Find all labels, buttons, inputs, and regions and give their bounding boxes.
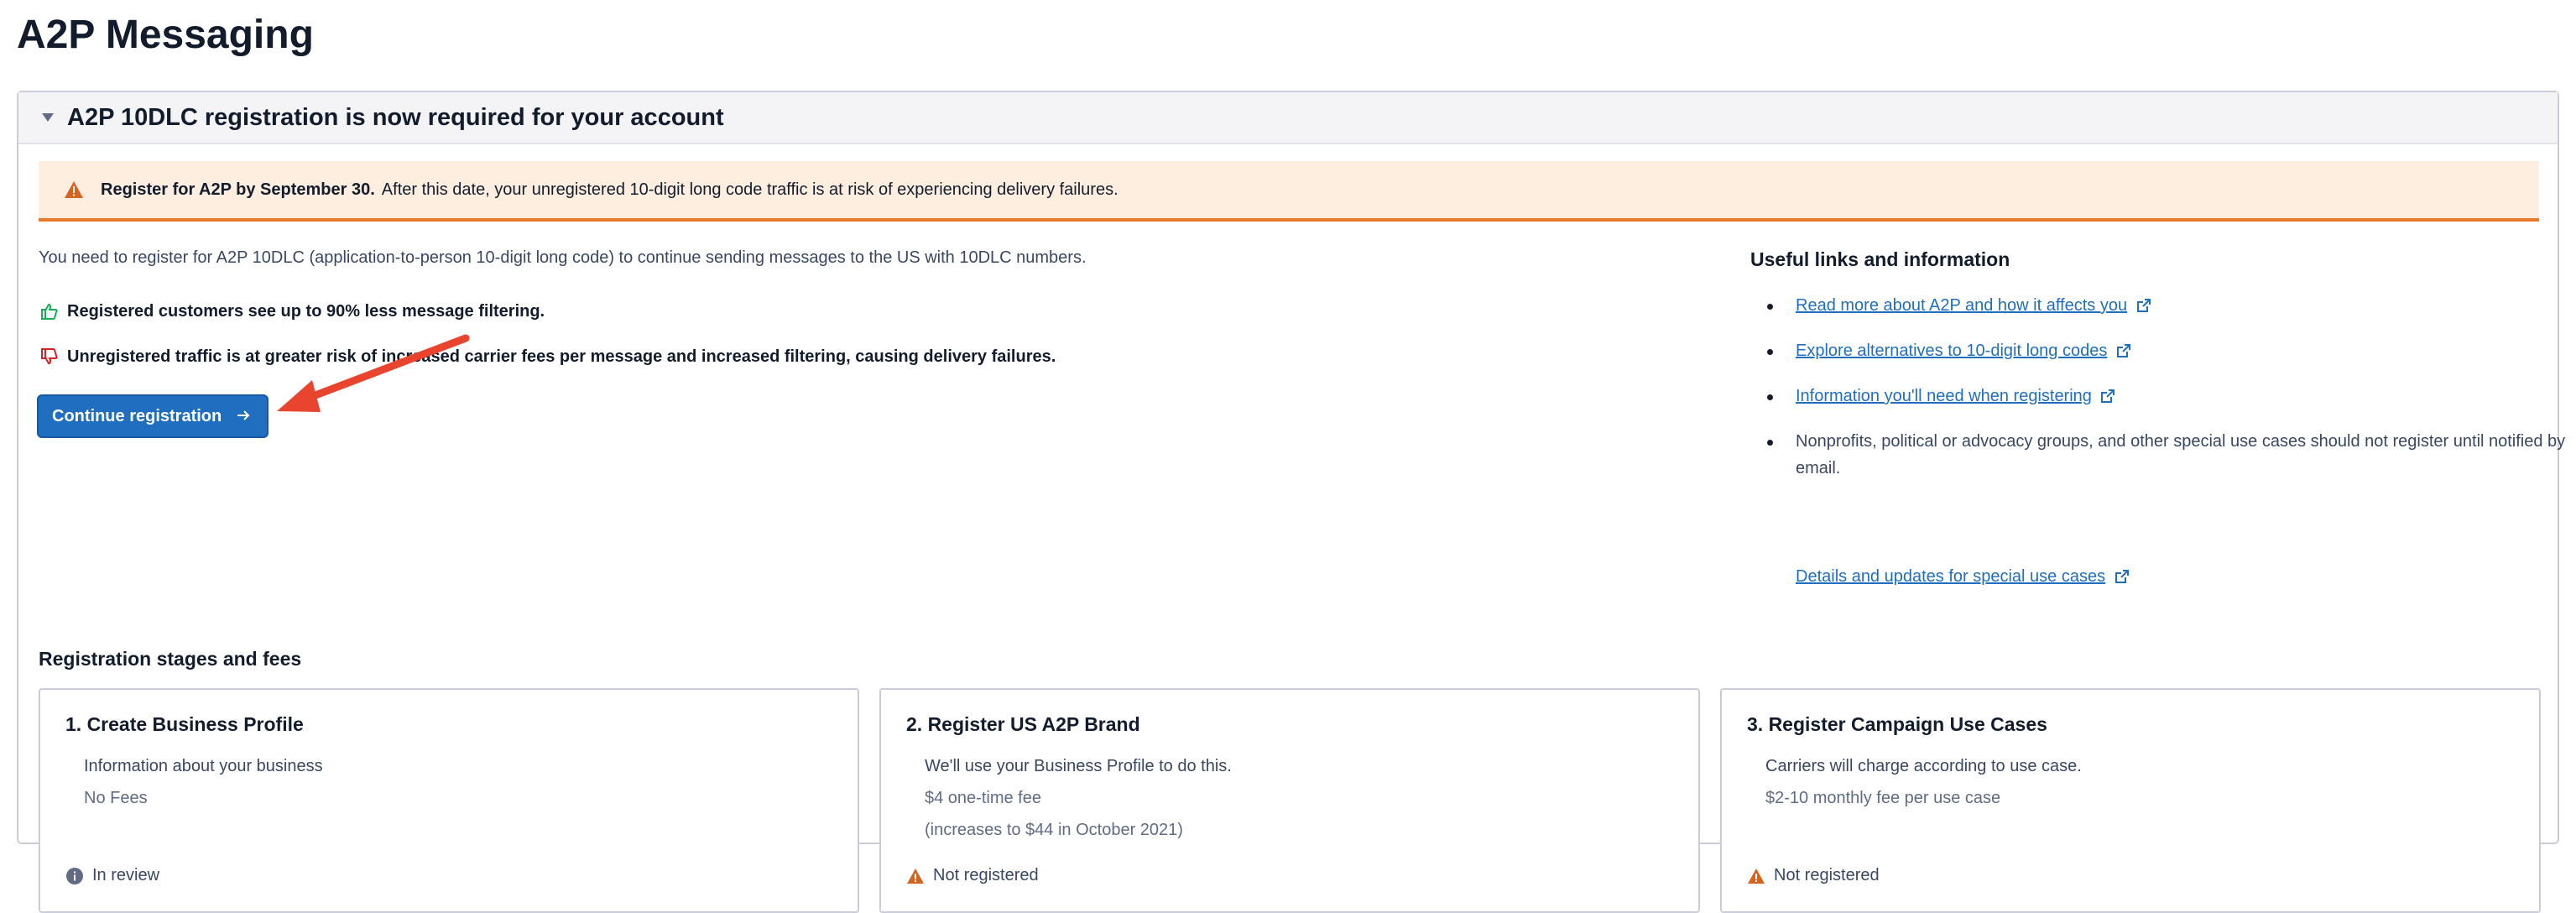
status-badge: Not registered — [1747, 866, 1880, 885]
status-badge: Not registered — [906, 866, 1039, 885]
card-fee: $4 one-time fee — [925, 789, 1041, 807]
stages-title: Registration stages and fees — [39, 648, 302, 670]
status-badge: In review — [65, 866, 159, 885]
list-item: Read more about A2P and how it affects y… — [1767, 292, 2576, 321]
external-link-icon — [2115, 569, 2129, 588]
useful-links-title: Useful links and information — [1750, 248, 2010, 270]
card-title: 1. Create Business Profile — [65, 713, 304, 735]
card-description: Carriers will charge according to use ca… — [1765, 757, 2082, 775]
caret-down-icon[interactable] — [39, 108, 57, 127]
useful-links-list: Read more about A2P and how it affects y… — [1749, 292, 2576, 498]
card-description: We'll use your Business Profile to do th… — [925, 757, 1232, 775]
registration-info-link[interactable]: Information you'll need when registering — [1796, 387, 2092, 405]
list-item: Information you'll need when registering — [1767, 383, 2576, 411]
special-use-link-row: Details and updates for special use case… — [1796, 567, 2129, 588]
read-more-a2p-link[interactable]: Read more about A2P and how it affects y… — [1796, 296, 2127, 315]
intro-text: You need to register for A2P 10DLC (appl… — [39, 248, 1087, 267]
external-link-icon — [2136, 294, 2151, 321]
card-title: 3. Register Campaign Use Cases — [1747, 713, 2047, 735]
card-fee: $2-10 monthly fee per use case — [1765, 789, 2001, 807]
card-description: Information about your business — [84, 757, 323, 775]
continue-registration-label: Continue registration — [52, 406, 222, 425]
external-link-icon — [2116, 339, 2130, 366]
external-link-icon — [2101, 384, 2115, 411]
registration-panel: A2P 10DLC registration is now required f… — [17, 91, 2565, 913]
stage-card-campaign: 3. Register Campaign Use Cases Carriers … — [1720, 688, 2541, 913]
arrow-right-icon — [237, 407, 250, 426]
panel-header[interactable]: A2P 10DLC registration is now required f… — [18, 92, 2558, 144]
thumbs-down-icon — [39, 346, 60, 368]
warning-icon — [1747, 867, 1765, 885]
benefit-text: Registered customers see up to 90% less … — [67, 301, 545, 321]
alert-text: After this date, your unregistered 10-di… — [381, 180, 1119, 199]
benefit-row: Registered customers see up to 90% less … — [39, 300, 545, 322]
warning-icon — [64, 180, 84, 199]
list-item: Explore alternatives to 10-digit long co… — [1767, 337, 2576, 366]
card-fee: No Fees — [84, 789, 148, 807]
info-icon — [65, 867, 84, 885]
explore-alternatives-link[interactable]: Explore alternatives to 10-digit long co… — [1796, 342, 2107, 360]
card-title: 2. Register US A2P Brand — [906, 713, 1140, 735]
stage-card-business-profile: 1. Create Business Profile Information a… — [39, 688, 859, 913]
status-text: Not registered — [1774, 866, 1880, 884]
card-fee-note: (increases to $44 in October 2021) — [925, 821, 1183, 839]
risk-row: Unregistered traffic is at greater risk … — [39, 346, 1056, 368]
special-use-note: Nonprofits, political or advocacy groups… — [1796, 432, 2566, 477]
risk-text: Unregistered traffic is at greater risk … — [67, 347, 1056, 366]
warning-icon — [906, 867, 925, 885]
panel-title: A2P 10DLC registration is now required f… — [67, 103, 724, 131]
warning-alert: Register for A2P by September 30. After … — [39, 161, 2539, 222]
special-use-cases-link[interactable]: Details and updates for special use case… — [1796, 567, 2105, 586]
status-text: In review — [92, 866, 160, 884]
thumbs-up-icon — [39, 300, 60, 322]
status-text: Not registered — [933, 866, 1039, 884]
continue-registration-button[interactable]: Continue registration — [37, 394, 269, 438]
page-title: A2P Messaging — [17, 13, 314, 57]
list-item: Nonprofits, political or advocacy groups… — [1767, 428, 2576, 482]
stage-card-brand: 2. Register US A2P Brand We'll use your … — [879, 688, 1700, 913]
alert-bold-text: Register for A2P by September 30. — [101, 180, 375, 199]
